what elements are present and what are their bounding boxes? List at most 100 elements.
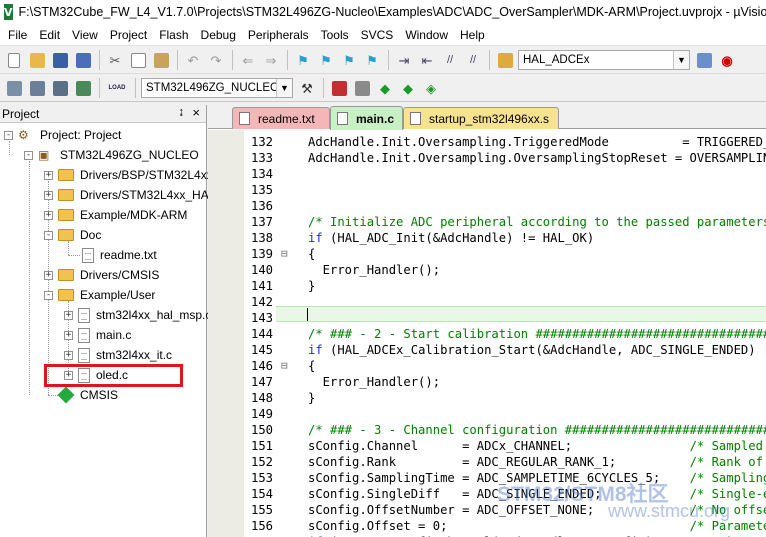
comment-button[interactable]: // <box>440 50 460 70</box>
open-folder-icon <box>58 289 74 301</box>
tree-item-hal-msp[interactable]: + stm32l4xx_hal_msp.c <box>64 305 211 325</box>
save-button[interactable] <box>50 50 70 70</box>
code-line[interactable]: { <box>308 246 315 262</box>
green-gem-icon: ◆ <box>380 80 390 96</box>
toolbar-separator <box>177 50 178 70</box>
expand-icon[interactable]: + <box>44 170 53 180</box>
tree-item-readme[interactable]: readme.txt <box>82 245 157 265</box>
collapse-icon[interactable]: - <box>44 230 53 240</box>
indent-button[interactable]: ⇥ <box>394 50 414 70</box>
code-area[interactable]: AdcHandle.Init.Oversampling.TriggeredMod… <box>276 130 766 537</box>
nav-back-button[interactable]: ⇐ <box>238 50 258 70</box>
expand-icon[interactable]: + <box>44 210 53 220</box>
expand-icon[interactable]: + <box>64 330 73 340</box>
menu-edit[interactable]: Edit <box>33 24 66 46</box>
menu-help[interactable]: Help <box>454 24 491 46</box>
menu-window[interactable]: Window <box>399 24 454 46</box>
menu-flash[interactable]: Flash <box>153 24 194 46</box>
tree-item-doc[interactable]: - Doc <box>44 225 101 245</box>
code-line[interactable]: sConfig.Channel = ADCx_CHANNEL; /* Sampl… <box>308 438 766 454</box>
line-number: 155 <box>250 503 273 517</box>
build-button[interactable] <box>27 78 47 98</box>
code-line[interactable]: Error_Handler(); <box>308 262 440 278</box>
close-icon[interactable]: × <box>192 105 200 120</box>
code-line[interactable]: Error_Handler(); <box>308 374 440 390</box>
rebuild-button[interactable] <box>50 78 70 98</box>
uncomment-button[interactable]: // <box>463 50 483 70</box>
target-options-button[interactable]: ⚒ <box>297 78 317 98</box>
expand-icon[interactable]: + <box>44 190 53 200</box>
tree-item-it-c[interactable]: + stm32l4xx_it.c <box>64 345 172 365</box>
tree-item-project[interactable]: - ⚙ Project: Project <box>4 125 121 145</box>
line-number: 138 <box>250 231 273 245</box>
save-all-button[interactable] <box>73 50 93 70</box>
code-line[interactable]: } <box>308 278 315 294</box>
redo-icon: ↷ <box>210 52 222 68</box>
flag-clear-icon: ⚑ <box>366 52 378 68</box>
chevron-down-icon[interactable]: ▼ <box>673 51 689 69</box>
code-line[interactable]: AdcHandle.Init.Oversampling.TriggeredMod… <box>308 134 766 150</box>
select-packs-button[interactable]: ◆ <box>398 78 418 98</box>
menu-view[interactable]: View <box>66 24 104 46</box>
code-line[interactable]: /* Initialize ADC peripheral according t… <box>308 214 766 230</box>
clear-bookmarks-button[interactable]: ⚑ <box>362 50 382 70</box>
find-in-files-button[interactable] <box>495 50 515 70</box>
collapse-icon[interactable]: - <box>44 290 53 300</box>
load-button[interactable]: LOAD <box>105 78 129 98</box>
open-file-button[interactable] <box>27 50 47 70</box>
prev-bookmark-button[interactable]: ⚑ <box>316 50 336 70</box>
next-bookmark-button[interactable]: ⚑ <box>339 50 359 70</box>
unindent-button[interactable]: ⇤ <box>417 50 437 70</box>
expand-icon[interactable]: + <box>64 350 73 360</box>
cut-button[interactable]: ✂ <box>105 50 125 70</box>
menu-debug[interactable]: Debug <box>195 24 242 46</box>
tab-main-c[interactable]: main.c <box>330 106 403 130</box>
code-line[interactable]: AdcHandle.Init.Oversampling.Oversampling… <box>308 150 766 166</box>
paste-button[interactable] <box>151 50 171 70</box>
find-combo[interactable]: HAL_ADCEx ▼ <box>518 50 690 70</box>
collapse-icon[interactable]: - <box>24 150 33 160</box>
collapse-icon[interactable]: - <box>4 130 13 140</box>
pin-icon[interactable]: ↨ <box>179 106 185 118</box>
code-line[interactable]: sConfig.Rank = ADC_REGULAR_RANK_1; /* Ra… <box>308 454 766 470</box>
expand-icon[interactable]: + <box>64 310 73 320</box>
redo-button[interactable]: ↷ <box>206 50 226 70</box>
code-line[interactable]: if (HAL_ADCEx_Calibration_Start(&AdcHand… <box>308 342 766 358</box>
chevron-down-icon[interactable]: ▼ <box>276 79 292 97</box>
bookmark-button[interactable]: ⚑ <box>293 50 313 70</box>
tree-item-drivers-cmsis[interactable]: + Drivers/CMSIS <box>44 265 159 285</box>
tab-readme[interactable]: readme.txt <box>232 107 330 129</box>
tree-item-cmsis[interactable]: CMSIS <box>57 385 118 405</box>
target-select[interactable]: STM32L496ZG_NUCLEO ▼ <box>141 78 293 98</box>
manage-project-button[interactable] <box>329 78 349 98</box>
menu-file[interactable]: File <box>2 24 33 46</box>
new-file-button[interactable] <box>4 50 24 70</box>
code-line[interactable]: if (HAL_ADC_Init(&AdcHandle) != HAL_OK) <box>308 230 594 246</box>
pack-installer-button[interactable]: ◆ <box>375 78 395 98</box>
tree-item-main-c[interactable]: + main.c <box>64 325 131 345</box>
expand-icon[interactable]: + <box>44 270 53 280</box>
translate-button[interactable] <box>4 78 24 98</box>
code-line[interactable]: } <box>308 390 315 406</box>
file-extensions-button[interactable] <box>352 78 372 98</box>
manage-rte-button[interactable]: ◈ <box>421 78 441 98</box>
menu-peripherals[interactable]: Peripherals <box>242 24 315 46</box>
menu-tools[interactable]: Tools <box>315 24 355 46</box>
incremental-find-button[interactable] <box>694 50 714 70</box>
tree-item-example-mdk[interactable]: + Example/MDK-ARM <box>44 205 187 225</box>
menu-svcs[interactable]: SVCS <box>355 24 400 46</box>
debug-session-button[interactable]: ◉ <box>717 50 737 70</box>
tree-item-example-user[interactable]: - Example/User <box>44 285 155 305</box>
tree-item-target[interactable]: - ▣ STM32L496ZG_NUCLEO <box>24 145 199 165</box>
tab-startup[interactable]: startup_stm32l496xx.s <box>403 107 559 129</box>
code-line[interactable]: /* ### - 3 - Channel configuration #####… <box>308 422 766 438</box>
code-line[interactable]: { <box>308 358 315 374</box>
code-line[interactable]: /* ### - 2 - Start calibration #########… <box>308 326 766 342</box>
window-title: F:\STM32Cube_FW_L4_V1.7.0\Projects\STM32… <box>18 5 766 19</box>
tree-item-label: stm32l4xx_it.c <box>96 348 173 362</box>
nav-forward-button[interactable]: ⇒ <box>261 50 281 70</box>
undo-button[interactable]: ↶ <box>183 50 203 70</box>
batch-build-button[interactable] <box>73 78 93 98</box>
menu-project[interactable]: Project <box>104 24 153 46</box>
copy-button[interactable] <box>128 50 148 70</box>
